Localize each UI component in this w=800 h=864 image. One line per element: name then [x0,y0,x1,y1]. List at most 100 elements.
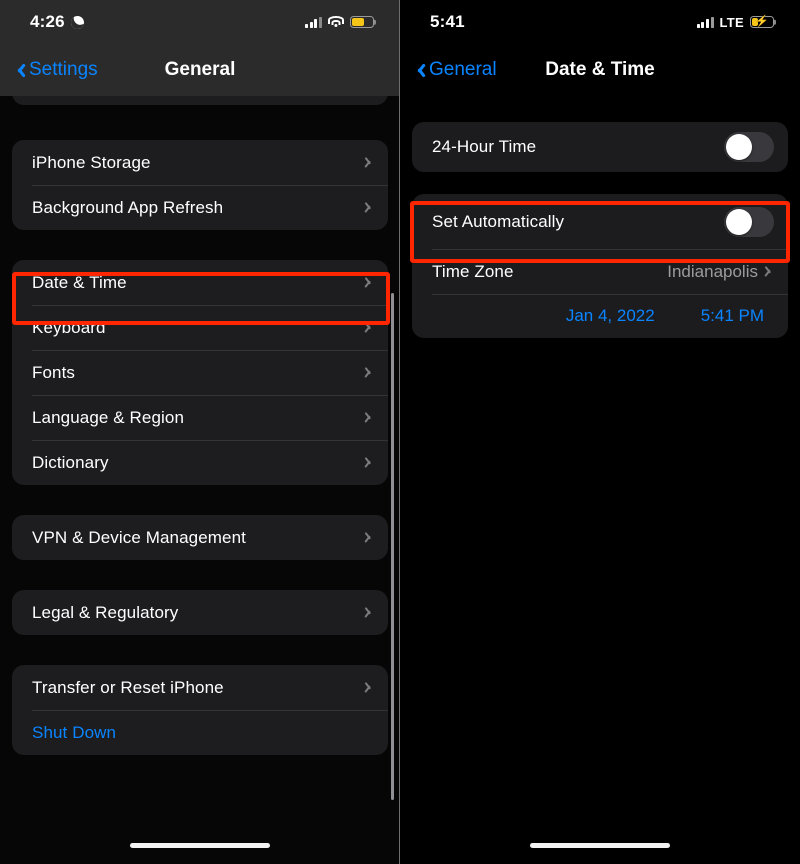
row-accessory [365,680,374,695]
row-accessory [365,410,374,425]
toggle-set-automatically[interactable] [724,206,774,237]
chevron-right-icon [365,530,374,545]
row-label: Legal & Regulatory [32,602,179,622]
right-nav-bar: General Date & Time [400,44,800,96]
right-status-time-group: 5:41 [430,12,465,32]
panel-divider [399,0,400,864]
row-background-app-refresh[interactable]: Background App Refresh [12,185,388,230]
chevron-right-icon [365,455,374,470]
chevron-left-icon [14,61,25,80]
row-transfer-or-reset-iphone[interactable]: Transfer or Reset iPhone [12,665,388,710]
settings-group-localization: Date & Time Keyboard Fonts Language & Re… [12,260,388,485]
row-label: Transfer or Reset iPhone [32,677,224,697]
row-shut-down[interactable]: Shut Down [12,710,388,755]
chevron-right-icon [365,275,374,290]
row-fonts[interactable]: Fonts [12,350,388,395]
date-value[interactable]: Jan 4, 2022 [566,306,655,326]
back-button-label: Settings [29,59,98,80]
right-phone-panel: 5:41 LTE ⚡ General Date & Time 24-Hour T… [400,0,800,864]
left-settings-list: iPhone Storage Background App Refresh Da… [0,86,400,755]
chevron-right-icon [765,264,774,279]
left-phone-panel: 4:26 Settings General CarPlay [0,0,400,864]
settings-group-24hour: 24-Hour Time [412,122,788,172]
chevron-right-icon [365,155,374,170]
row-label: Fonts [32,362,76,382]
row-label: Time Zone [432,261,514,281]
row-24-hour-time[interactable]: 24-Hour Time [412,122,788,172]
toggle-24-hour-time[interactable] [724,132,774,162]
settings-group-vpn: VPN & Device Management [12,515,388,560]
chevron-right-icon [365,605,374,620]
time-value[interactable]: 5:41 PM [701,306,764,326]
chevron-right-icon [365,410,374,425]
right-status-time: 5:41 [430,12,465,31]
left-status-time: 4:26 [30,12,65,31]
toggle-knob [726,134,752,160]
row-accessory [365,275,374,290]
row-date-time-picker[interactable]: Jan 4, 2022 5:41 PM [412,294,788,338]
row-accessory [365,155,374,170]
chevron-right-icon [365,320,374,335]
left-nav-bar: Settings General [0,44,400,96]
toggle-knob [726,208,752,235]
row-accessory [365,365,374,380]
row-accessory [365,320,374,335]
row-vpn-device-management[interactable]: VPN & Device Management [12,515,388,560]
row-language-and-region[interactable]: Language & Region [12,395,388,440]
left-status-time-group: 4:26 [30,12,84,32]
moon-icon [71,16,84,29]
row-label: Date & Time [32,272,127,292]
back-to-settings-button[interactable]: Settings [14,59,98,81]
charging-bolt-icon: ⚡ [755,15,769,28]
back-button-label: General [429,59,497,80]
settings-group-auto-time: Set Automatically Time Zone Indianapolis… [412,194,788,338]
chevron-right-icon [365,365,374,380]
carrier-label: LTE [719,14,744,30]
left-status-bar: 4:26 [0,0,400,44]
wifi-icon [328,16,344,28]
row-time-zone[interactable]: Time Zone Indianapolis [412,249,788,294]
left-scrollbar[interactable] [391,293,394,800]
row-iphone-storage[interactable]: iPhone Storage [12,140,388,185]
chevron-right-icon [365,680,374,695]
row-accessory [365,455,374,470]
row-label: Keyboard [32,317,106,337]
row-accessory [365,530,374,545]
cellular-bars-icon [696,16,714,28]
date-time-settings-list: 24-Hour Time Set Automatically Time Zone… [400,96,800,338]
right-status-bar: 5:41 LTE ⚡ [400,0,800,44]
settings-group-storage: iPhone Storage Background App Refresh [12,140,388,230]
row-label: Background App Refresh [32,197,224,217]
row-label: iPhone Storage [32,152,151,172]
left-status-icons [305,16,374,28]
chevron-left-icon [414,61,425,80]
row-legal-regulatory[interactable]: Legal & Regulatory [12,590,388,635]
right-status-icons: LTE ⚡ [696,14,774,30]
chevron-right-icon [365,200,374,215]
back-to-general-button[interactable]: General [414,59,497,81]
row-label: Shut Down [32,722,117,742]
row-set-automatically[interactable]: Set Automatically [412,194,788,249]
row-label: Set Automatically [432,211,565,231]
settings-group-reset: Transfer or Reset iPhone Shut Down [12,665,388,755]
row-label: Dictionary [32,452,109,472]
row-date-and-time[interactable]: Date & Time [12,260,388,305]
row-accessory [365,200,374,215]
right-home-indicator [530,843,670,848]
cellular-bars-icon [305,16,322,28]
battery-icon [350,16,374,28]
row-accessory [365,605,374,620]
row-dictionary[interactable]: Dictionary [12,440,388,485]
row-label: VPN & Device Management [32,527,246,547]
row-accessory: Indianapolis [667,262,774,282]
row-keyboard[interactable]: Keyboard [12,305,388,350]
battery-charging-icon: ⚡ [750,16,774,28]
dual-phone-screenshot: 4:26 Settings General CarPlay [0,0,800,864]
time-zone-value: Indianapolis [667,261,758,281]
row-label: Language & Region [32,407,184,427]
